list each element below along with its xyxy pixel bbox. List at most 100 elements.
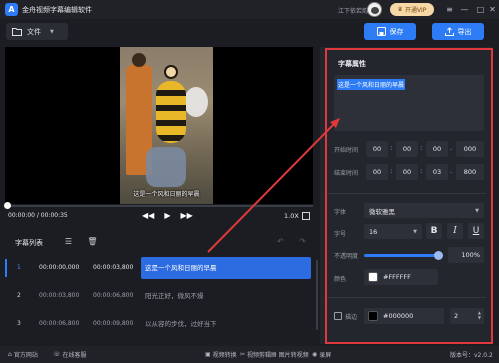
- official-site-label: 官方网站: [13, 352, 38, 359]
- subtitle-text-value: 这是一个风和日丽的早晨: [337, 79, 406, 90]
- video-person-3: [146, 147, 186, 187]
- save-label: 保存: [389, 27, 404, 36]
- online-service-label: 在线客服: [62, 352, 87, 359]
- stroke-color-swatch: [368, 311, 378, 321]
- vip-label: 开通VIP: [404, 7, 427, 14]
- opacity-slider-handle[interactable]: [434, 251, 443, 260]
- video-bee-wing: [184, 87, 208, 117]
- export-button[interactable]: 导出: [432, 23, 484, 40]
- font-select[interactable]: 微软雅黑 ▼: [364, 203, 484, 218]
- start-minute-field[interactable]: 00: [396, 141, 418, 157]
- video-preview[interactable]: 这是一个风和日丽的早晨: [5, 47, 313, 204]
- properties-title: 字幕属性: [338, 60, 366, 68]
- stroke-color-picker[interactable]: #000000: [364, 308, 444, 324]
- close-icon[interactable]: ✕: [487, 3, 498, 15]
- file-menu-label: 文件: [27, 27, 41, 36]
- record-icon: ◉: [312, 351, 318, 358]
- subtitle-list-scrollbar[interactable]: [316, 260, 318, 330]
- color-value: #FFFFFF: [383, 273, 411, 281]
- row-end-time: 00:00:06,800: [93, 292, 134, 299]
- stroke-checkbox[interactable]: [334, 312, 342, 320]
- row-index: 1: [17, 264, 21, 271]
- subtitle-list: 1 00:00:00,000 00:00:03,800 这是一个风和日丽的早晨 …: [5, 255, 313, 341]
- subtitle-properties-panel: 字幕属性 这是一个风和日丽的早晨 开始时间 00 : 00 : 00 . 000…: [320, 47, 492, 344]
- export-label: 导出: [457, 27, 472, 36]
- active-row-marker: [5, 259, 7, 277]
- row-text[interactable]: 阳光正好，微风不燥: [141, 285, 311, 307]
- stroke-color-value: #000000: [383, 312, 414, 320]
- menu-icon[interactable]: ≡: [444, 3, 455, 15]
- maximize-icon[interactable]: □: [475, 3, 486, 15]
- opacity-slider[interactable]: [364, 254, 438, 257]
- headset-icon: ☏: [53, 351, 61, 358]
- official-site-link[interactable]: ⌂ 官方网站: [8, 350, 38, 359]
- app-title: 金舟视频字幕编辑软件: [22, 6, 92, 14]
- time-readout: 00:00:00 / 00:00:35: [8, 212, 68, 219]
- minimize-icon[interactable]: —: [459, 3, 470, 15]
- end-hour-field[interactable]: 00: [366, 164, 388, 180]
- chevron-down-icon: ▼: [413, 228, 417, 235]
- stroke-width-stepper[interactable]: 2 ▲ ▼: [450, 308, 484, 324]
- trash-icon[interactable]: 🗑: [87, 236, 98, 247]
- row-text[interactable]: 这是一个风和日丽的早晨: [141, 257, 311, 279]
- speed-selector[interactable]: 1.0X: [284, 212, 299, 220]
- app-logo-icon: A: [5, 3, 18, 16]
- start-ms-field[interactable]: 000: [456, 141, 484, 157]
- font-size-value: 16: [369, 227, 378, 236]
- row-end-time: 00:00:03,800: [93, 264, 134, 271]
- rewind-icon[interactable]: ◀◀: [142, 211, 154, 220]
- version-text: 版本号：v2.0.2: [450, 352, 493, 359]
- redo-icon[interactable]: ↷: [297, 236, 308, 247]
- file-menu-button[interactable]: 文件 ▼: [6, 23, 68, 40]
- time-separator: .: [450, 167, 453, 175]
- image-convert-link[interactable]: ▤ 图片转视频: [271, 350, 309, 359]
- underline-button[interactable]: U: [468, 223, 484, 239]
- video-edit-label: 视频剪辑: [247, 352, 272, 359]
- opacity-value-field[interactable]: 100%: [448, 247, 484, 263]
- caret-down-icon: ▼: [50, 28, 54, 35]
- bold-button[interactable]: B: [426, 223, 442, 239]
- font-size-select[interactable]: 16 ▼: [364, 224, 422, 239]
- subtitle-row[interactable]: 3 00:00:06,800 00:00:09,800 以从容的步伐，过好当下: [5, 311, 313, 337]
- progress-bar[interactable]: [5, 205, 313, 207]
- play-controls: ◀◀ ▶ ▶▶: [142, 211, 193, 220]
- color-picker[interactable]: #FFFFFF: [364, 269, 438, 285]
- image-convert-label: 图片转视频: [278, 352, 309, 359]
- undo-icon[interactable]: ↶: [275, 236, 286, 247]
- record-label: 录屏: [319, 352, 332, 359]
- time-separator: :: [390, 144, 393, 152]
- record-link[interactable]: ◉ 录屏: [312, 350, 331, 359]
- bottom-bar: ⌂ 官方网站 ☏ 在线客服 ▣ 视频转换 ✂ 视频剪辑 ▤ 图片转视频 ◉ 录屏…: [0, 346, 499, 363]
- avatar[interactable]: [367, 2, 382, 17]
- save-icon: [376, 27, 386, 36]
- vip-button[interactable]: ♛ 开通VIP: [390, 3, 434, 16]
- convert-icon: ▣: [205, 351, 211, 358]
- online-service-link[interactable]: ☏ 在线客服: [53, 350, 87, 359]
- italic-button[interactable]: I: [447, 223, 463, 239]
- subtitle-row[interactable]: 2 00:00:03,800 00:00:06,800 阳光正好，微风不燥: [5, 283, 313, 309]
- time-separator: .: [450, 144, 453, 152]
- size-label: 字号: [334, 231, 347, 238]
- row-start-time: 00:00:03,800: [39, 292, 80, 299]
- video-frame: 这是一个风和日丽的早晨: [120, 47, 213, 204]
- start-second-field[interactable]: 00: [426, 141, 448, 157]
- user-name[interactable]: 江下依若韵: [338, 6, 368, 15]
- subtitle-row[interactable]: 1 00:00:00,000 00:00:03,800 这是一个风和日丽的早晨: [5, 255, 313, 281]
- title-bar: A 金舟视频字幕编辑软件 江下依若韵 ♛ 开通VIP ≡ — □ ✕: [0, 0, 499, 19]
- stepper-arrows-icon[interactable]: ▲ ▼: [478, 310, 481, 320]
- fullscreen-icon[interactable]: [302, 212, 310, 220]
- progress-handle[interactable]: [4, 202, 11, 209]
- video-convert-link[interactable]: ▣ 视频转换: [205, 350, 237, 359]
- video-edit-link[interactable]: ✂ 视频剪辑: [240, 350, 271, 359]
- end-ms-field[interactable]: 800: [456, 164, 484, 180]
- play-icon[interactable]: ▶: [164, 211, 170, 220]
- end-minute-field[interactable]: 00: [396, 164, 418, 180]
- video-person-2: [156, 65, 186, 143]
- start-hour-field[interactable]: 00: [366, 141, 388, 157]
- end-second-field[interactable]: 03: [426, 164, 448, 180]
- insert-row-icon[interactable]: ☰: [63, 236, 74, 247]
- fast-forward-icon[interactable]: ▶▶: [180, 211, 192, 220]
- save-button[interactable]: 保存: [364, 23, 416, 40]
- row-text[interactable]: 以从容的步伐，过好当下: [141, 313, 311, 335]
- subtitle-text-editor[interactable]: 这是一个风和日丽的早晨: [334, 75, 484, 131]
